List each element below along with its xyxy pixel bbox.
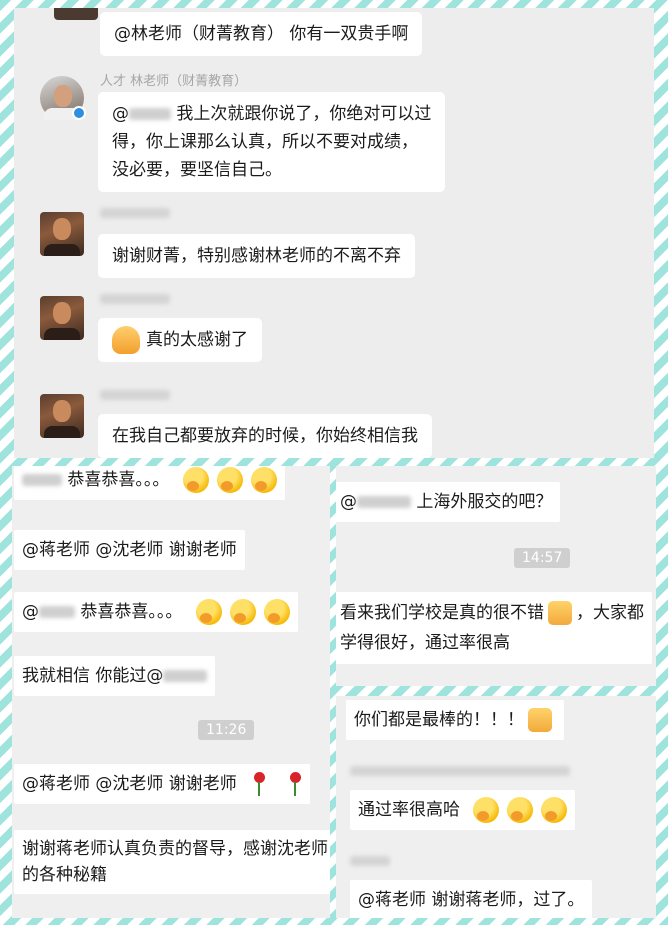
message-text: @蒋老师 @沈老师 谢谢老师 — [22, 540, 237, 560]
hand-over-mouth-icon — [182, 467, 209, 493]
hand-over-mouth-icon — [195, 599, 222, 625]
hand-over-mouth-icon — [263, 599, 290, 625]
hand-over-mouth-icon — [216, 467, 243, 493]
message-text: 通过率很高哈 — [358, 800, 460, 820]
message-bubble[interactable]: @蒋老师 @沈老师 谢谢老师 — [14, 530, 245, 570]
redacted-name — [39, 606, 75, 618]
chat-panel-bottom-right: 你们都是最棒的！！！ 通过率很高哈 @蒋老师 谢谢蒋老师，过了。 — [336, 696, 656, 918]
thumbs-up-icon — [548, 601, 572, 625]
message-bubble[interactable]: 在我自己都要放弃的时候，你始终相信我 — [98, 414, 432, 458]
avatar[interactable] — [40, 212, 84, 256]
redacted-name — [163, 670, 208, 682]
message-bubble[interactable]: @蒋老师 谢谢蒋老师，过了。 — [350, 880, 593, 918]
message-bubble[interactable]: 通过率很高哈 — [350, 790, 576, 830]
rose-icon — [252, 772, 266, 796]
hand-over-mouth-icon — [507, 797, 534, 823]
hand-over-mouth-icon — [229, 599, 256, 625]
message-text: 在我自己都要放弃的时候，你始终相信我 — [112, 426, 418, 446]
chat-panel-top: @林老师（财菁教育） 你有一双贵手啊 人才 林老师（财菁教育） @ 我上次就跟你… — [14, 8, 654, 458]
hand-over-mouth-icon — [473, 797, 500, 823]
message-bubble[interactable]: 谢谢蒋老师认真负责的督导，感谢沈老师 的各种秘籍 — [14, 830, 330, 894]
message-bubble[interactable]: 谢谢财菁，特别感谢林老师的不离不弃 — [98, 234, 415, 278]
sender-name: 人才 林老师（财菁教育） — [100, 74, 248, 89]
avatar-cutoff — [54, 8, 98, 20]
chat-panel-top-right: @ 上海外服交的吧？ 14:57 看来我们学校是真的很不错 ，大家都 学得很好，通… — [336, 466, 656, 686]
redacted-name — [22, 474, 62, 486]
message-bubble[interactable]: 我就相信 你能过@ — [14, 656, 216, 696]
message-text: 你们都是最棒的！！！ — [354, 710, 524, 730]
message-text: 谢谢财菁，特别感谢林老师的不离不弃 — [112, 246, 401, 266]
hand-over-mouth-icon — [250, 467, 277, 493]
message-bubble[interactable]: 真的太感谢了 — [98, 318, 262, 362]
chat-panel-bottom-left: 恭喜恭喜。。。 @蒋老师 @沈老师 谢谢老师 @ 恭喜恭喜。。。 我就相信 你能… — [12, 466, 330, 918]
timestamp: 11:26 — [198, 720, 255, 740]
sender-name-redacted — [350, 856, 390, 866]
message-bubble[interactable]: @ 我上次就跟你说了，你绝对可以过 得，你上课那么认真，所以不要对成绩， 没必要… — [98, 92, 446, 192]
message-bubble[interactable]: @林老师（财菁教育） 你有一双贵手啊 — [100, 12, 423, 56]
avatar[interactable] — [40, 296, 84, 340]
hand-over-mouth-icon — [541, 797, 568, 823]
rose-icon — [288, 772, 302, 796]
folded-hands-icon — [112, 326, 140, 354]
message-bubble[interactable]: 恭喜恭喜。。。 — [14, 466, 285, 500]
thumbs-up-icon — [528, 708, 552, 732]
message-bubble[interactable]: @ 恭喜恭喜。。。 — [14, 592, 298, 632]
avatar[interactable] — [40, 394, 84, 438]
message-bubble[interactable]: @ 上海外服交的吧？ — [336, 482, 561, 522]
message-text: @林老师（财菁教育） 你有一双贵手啊 — [114, 24, 409, 44]
sender-name-redacted — [100, 208, 170, 218]
verified-badge-icon — [72, 106, 86, 120]
sender-name-redacted — [100, 390, 170, 400]
timestamp: 14:57 — [514, 548, 571, 568]
message-text: 真的太感谢了 — [146, 330, 248, 350]
message-text: @蒋老师 谢谢蒋老师，过了。 — [358, 890, 585, 910]
message-bubble[interactable]: 你们都是最棒的！！！ — [346, 700, 564, 740]
redacted-name — [129, 108, 171, 120]
message-text: @蒋老师 @沈老师 谢谢老师 — [22, 774, 237, 794]
redacted-name — [357, 496, 411, 508]
message-bubble[interactable]: @蒋老师 @沈老师 谢谢老师 — [14, 764, 311, 804]
sender-name-redacted — [100, 294, 170, 304]
avatar[interactable] — [40, 76, 86, 120]
sender-name-redacted — [350, 766, 570, 776]
message-bubble[interactable]: 看来我们学校是真的很不错 ，大家都 学得很好，通过率很高 — [336, 592, 652, 664]
